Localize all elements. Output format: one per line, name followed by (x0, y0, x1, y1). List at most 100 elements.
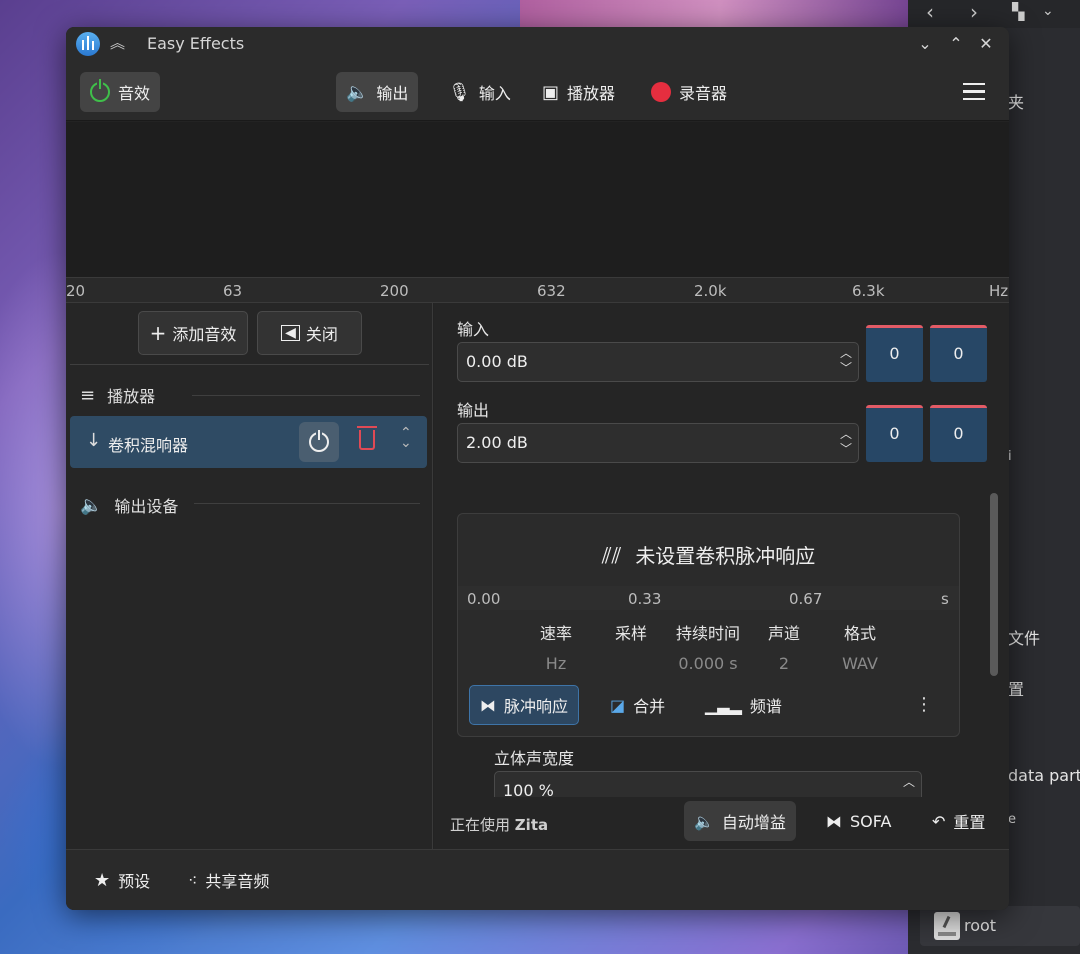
spectrum-display (66, 122, 1009, 277)
side-item[interactable]: 文件 (1008, 625, 1040, 649)
divider (192, 395, 420, 396)
keep-above-icon[interactable]: ︽ (110, 32, 125, 53)
close-pane-button[interactable]: ◀ 关闭 (257, 311, 362, 355)
drag-handle-icon[interactable]: ↓ (86, 430, 101, 451)
add-effect-button[interactable]: + 添加音效 (138, 311, 248, 355)
bar-chart-icon: ▁▃▂ (705, 695, 742, 715)
impulse-time-axis: 0.00 0.33 0.67 s (458, 586, 959, 610)
frequency-axis: 20 63 200 632 2.0k 6.3k Hz (66, 277, 1009, 303)
side-item[interactable]: data part (1008, 766, 1080, 785)
header-bar: 音效 🔈 输出 🎙 输入 ▣ 播放器 录音器 (66, 63, 1009, 121)
plugin-settings-pane: 输入 0.00 dB ︿ ﹀ 0 0 输出 2.00 dB ︿ ﹀ 0 0 ⫽⫽ 未设… (434, 303, 1009, 849)
presets-button[interactable]: ★ 预设 (84, 860, 160, 900)
minimize-icon[interactable]: ⌄ (913, 32, 937, 56)
freq-tick: 632 (537, 282, 566, 300)
column-header-duration: 持续时间 (675, 624, 740, 643)
freq-tick: 2.0k (694, 282, 727, 300)
freq-tick: 200 (380, 282, 409, 300)
spin-arrows-icon[interactable]: ︿ (903, 775, 915, 790)
power-icon (90, 79, 110, 102)
impulse-title-text: 未设置卷积脉冲响应 (635, 544, 816, 568)
share-audio-button[interactable]: ⁖ 共享音频 (178, 860, 279, 900)
tab-input[interactable]: 🎙 输入 (438, 72, 521, 112)
input-gain-spinbox[interactable]: 0.00 dB ︿ ﹀ (457, 342, 859, 382)
time-tick: s (941, 590, 949, 608)
divider (194, 503, 420, 504)
undo-icon: ↶ (932, 811, 946, 831)
output-level-meter-left: 0 (866, 405, 923, 462)
speaker-icon: 🔈 (80, 494, 103, 516)
share-audio-label: 共享音频 (205, 872, 270, 891)
output-gain-spinbox[interactable]: 2.00 dB ︿ ﹀ (457, 423, 859, 463)
side-item[interactable]: 置 (1008, 676, 1024, 700)
tab-impulse-label: 脉冲响应 (504, 697, 569, 716)
tab-impulse-response[interactable]: ⧓ 脉冲响应 (469, 685, 580, 725)
speaker-icon: 🔈 (346, 81, 369, 103)
scrollbar[interactable] (990, 493, 998, 676)
more-options-icon[interactable]: ⋮ (915, 694, 933, 715)
forward-icon[interactable]: › (970, 0, 978, 24)
close-icon[interactable]: ✕ (974, 32, 998, 56)
playlist-icon: ≡ (80, 384, 96, 406)
plugin-item-convolver[interactable]: ↓ 卷积混响器 ⌃ ⌄ (70, 416, 427, 468)
waveform-icon: ⧓ (480, 695, 496, 715)
input-level-meter-left: 0 (866, 325, 923, 382)
side-item[interactable]: 夹 (1008, 89, 1024, 113)
reset-label: 重置 (953, 813, 986, 832)
view-icon[interactable]: ▚ (1012, 2, 1024, 21)
spin-arrows-icon[interactable]: ︿ ﹀ (840, 427, 852, 457)
tab-spectrum[interactable]: ▁▃▂ 频谱 (695, 685, 792, 725)
spin-arrows-icon[interactable]: ︿ ﹀ (840, 346, 852, 376)
speaker-icon: 🔈 (694, 811, 714, 831)
combine-icon: ◪ (610, 695, 626, 715)
media-player-icon: ▣ (542, 81, 560, 103)
sofa-label: SOFA (850, 811, 892, 831)
maximize-icon[interactable]: ⌃ (944, 32, 968, 56)
rate-value: Hz (545, 654, 567, 673)
players-section-label: 播放器 (107, 387, 156, 406)
autogain-label: 自动增益 (721, 813, 786, 832)
output-gain-label: 输出 (457, 401, 490, 420)
app-logo-icon (76, 32, 100, 56)
tab-players-label: 播放器 (567, 84, 616, 103)
plugin-list-pane: + 添加音效 ◀ 关闭 ≡ 播放器 ↓ 卷积混响器 ⌃ ⌄ 🔈 输出设备 (66, 303, 433, 849)
freq-tick: Hz (989, 282, 1009, 300)
stereo-width-label: 立体声宽度 (494, 749, 575, 768)
back-icon[interactable]: ‹ (926, 0, 934, 24)
input-level-meter-right: 0 (930, 325, 987, 382)
effects-toggle-button[interactable]: 音效 (80, 72, 161, 112)
sofa-button[interactable]: ⧓ SOFA (816, 801, 901, 841)
title-bar: ︽ Easy Effects ⌄ ⌃ ✕ (66, 27, 1009, 63)
side-item[interactable]: e (1008, 812, 1016, 827)
plugin-name: 卷积混响器 (108, 436, 189, 455)
reset-button[interactable]: ↶ 重置 (922, 801, 995, 841)
column-header-channels: 声道 (767, 624, 800, 643)
players-section-header: ≡ 播放器 (80, 383, 155, 407)
channels-value: 2 (778, 654, 790, 673)
duration-value: 0.000 s (678, 654, 738, 673)
tab-recorders-label: 录音器 (679, 84, 728, 103)
device-root[interactable]: root (920, 906, 1080, 946)
freq-tick: 20 (66, 282, 86, 300)
chevron-down-icon[interactable]: ⌄ (1042, 3, 1054, 19)
tab-players[interactable]: ▣ 播放器 (532, 72, 625, 112)
column-header-samples: 采样 (614, 624, 647, 643)
presets-label: 预设 (118, 872, 151, 891)
tab-combine[interactable]: ◪ 合并 (600, 685, 675, 725)
plugin-bypass-button[interactable] (299, 422, 339, 462)
input-gain-label: 输入 (457, 320, 490, 339)
window-title: Easy Effects (147, 34, 245, 53)
output-level-meter-right: 0 (930, 405, 987, 462)
tab-output[interactable]: 🔈 输出 (336, 72, 419, 112)
share-icon: ⁖ (188, 870, 198, 890)
output-devices-section-header: 🔈 输出设备 (80, 493, 178, 517)
reorder-icon[interactable]: ⌃ ⌄ (400, 426, 412, 450)
plus-icon: + (149, 321, 167, 345)
freq-tick: 6.3k (852, 282, 885, 300)
footer-bar: ★ 预设 ⁖ 共享音频 (66, 849, 1009, 910)
autogain-button[interactable]: 🔈 自动增益 (684, 801, 796, 841)
main-menu-icon[interactable] (963, 83, 985, 100)
delete-icon[interactable] (357, 426, 377, 450)
tab-recorders[interactable]: 录音器 (641, 72, 737, 112)
output-devices-label: 输出设备 (114, 497, 179, 516)
